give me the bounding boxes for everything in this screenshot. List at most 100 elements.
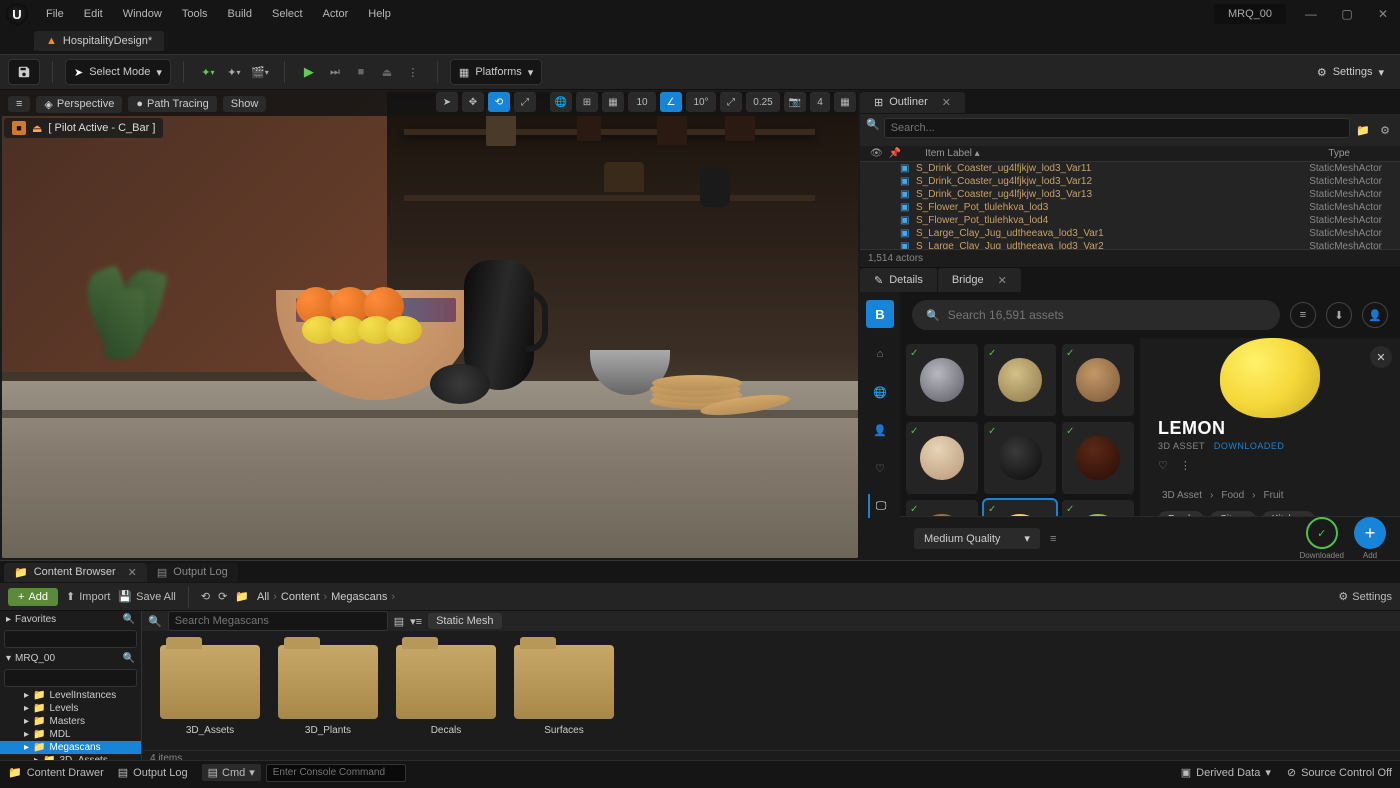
breadcrumb-item[interactable]: Food bbox=[1221, 490, 1244, 501]
cmd-dropdown[interactable]: ▤ Cmd ▾ bbox=[202, 764, 261, 781]
path-segment[interactable]: All bbox=[257, 591, 269, 603]
nav-favorites[interactable]: ♡ bbox=[868, 456, 892, 480]
filter-button[interactable]: ≡ bbox=[1290, 302, 1316, 328]
asset-preview[interactable] bbox=[1140, 338, 1400, 418]
camera-speed[interactable]: 📷 bbox=[784, 92, 806, 112]
downloaded-button[interactable]: ✓ bbox=[1306, 517, 1338, 549]
filter-toggle[interactable]: ▤ bbox=[394, 615, 404, 628]
play-options[interactable]: ⋮ bbox=[401, 60, 425, 84]
content-drawer-button[interactable]: 📁 Content Drawer bbox=[8, 766, 104, 779]
scale-snap-value[interactable]: 0.25 bbox=[746, 92, 780, 112]
scale-tool[interactable]: ⤢ bbox=[514, 92, 536, 112]
close-icon[interactable]: ✕ bbox=[942, 96, 951, 109]
console-input[interactable] bbox=[266, 764, 406, 782]
tree-item[interactable]: ▸📁3D_Assets bbox=[0, 754, 141, 760]
tag[interactable]: Kitchen bbox=[1262, 511, 1315, 516]
maximize-button[interactable]: ▢ bbox=[1336, 7, 1358, 21]
close-button[interactable]: ✕ bbox=[1372, 7, 1394, 21]
asset-thumb[interactable]: ✓ bbox=[1062, 344, 1134, 416]
stop-pilot-button[interactable]: ■ bbox=[12, 121, 26, 135]
more-button[interactable]: ⋮ bbox=[1180, 459, 1191, 472]
history-back[interactable]: ⟲ bbox=[201, 590, 210, 603]
outliner-row[interactable]: ▣S_Drink_Coaster_ug4lfjkjw_lod3_Var13Sta… bbox=[860, 188, 1400, 201]
outliner-row[interactable]: ▣S_Large_Clay_Jug_udtheeava_lod3_Var2Sta… bbox=[860, 240, 1400, 249]
eject-icon[interactable]: ⏏ bbox=[32, 122, 42, 135]
folder-3d_assets[interactable]: 3D_Assets bbox=[160, 645, 260, 736]
tree-item[interactable]: ▸📁MDL bbox=[0, 728, 141, 741]
output-log-button[interactable]: ▤ Output Log bbox=[118, 766, 188, 779]
asset-thumb[interactable]: ✓ bbox=[984, 344, 1056, 416]
path-segment[interactable]: Content bbox=[281, 591, 320, 603]
account-button[interactable]: 👤 bbox=[1362, 302, 1388, 328]
tree-search-input-2[interactable] bbox=[4, 669, 137, 687]
settings-dropdown[interactable]: ⚙ Settings ▾ bbox=[1309, 59, 1392, 85]
menu-help[interactable]: Help bbox=[358, 4, 401, 24]
view-mode-dropdown[interactable]: ● Path Tracing bbox=[128, 96, 216, 112]
add-asset-button[interactable]: +Add bbox=[8, 588, 58, 606]
menu-build[interactable]: Build bbox=[218, 4, 262, 24]
angle-snap[interactable]: ∠ bbox=[660, 92, 682, 112]
favorites-section[interactable]: ▸ Favorites🔍 bbox=[0, 611, 141, 628]
coord-system[interactable]: 🌐 bbox=[550, 92, 572, 112]
tree-item[interactable]: ▸📁Megascans bbox=[0, 741, 141, 754]
type-col[interactable]: Type bbox=[1328, 148, 1350, 159]
cinematics-button[interactable]: 🎬▾ bbox=[248, 60, 272, 84]
tree-search-input[interactable] bbox=[4, 630, 137, 648]
asset-thumb[interactable]: ✓ bbox=[984, 422, 1056, 494]
close-icon[interactable]: ✕ bbox=[998, 274, 1007, 287]
gear-icon[interactable]: ⚙ bbox=[1376, 118, 1394, 142]
asset-thumb[interactable]: ✓ bbox=[984, 500, 1056, 516]
close-detail-button[interactable]: ✕ bbox=[1370, 346, 1392, 368]
select-tool[interactable]: ➤ bbox=[436, 92, 458, 112]
folder-surfaces[interactable]: Surfaces bbox=[514, 645, 614, 736]
download-button[interactable]: ⬇ bbox=[1326, 302, 1352, 328]
project-tab[interactable]: ▲ HospitalityDesign* bbox=[34, 31, 164, 51]
3d-viewport[interactable] bbox=[2, 92, 858, 558]
outliner-tab[interactable]: ⊞ Outliner ✕ bbox=[860, 92, 965, 113]
menu-window[interactable]: Window bbox=[113, 4, 172, 24]
show-dropdown[interactable]: Show bbox=[223, 96, 267, 112]
menu-tools[interactable]: Tools bbox=[172, 4, 218, 24]
stop-button[interactable]: ■ bbox=[349, 60, 373, 84]
close-icon[interactable]: ✕ bbox=[128, 566, 137, 579]
nav-home[interactable]: ⌂ bbox=[868, 342, 892, 366]
skip-button[interactable]: ⏭ bbox=[323, 60, 347, 84]
asset-thumb[interactable]: ✓ bbox=[1062, 500, 1134, 516]
asset-breadcrumb[interactable]: 3D Asset›Food›Fruit bbox=[1158, 490, 1382, 501]
menu-edit[interactable]: Edit bbox=[74, 4, 113, 24]
minimize-button[interactable]: — bbox=[1300, 7, 1322, 21]
quality-dropdown[interactable]: Medium Quality ▾ bbox=[914, 528, 1040, 549]
visibility-col[interactable]: 👁 bbox=[870, 148, 883, 159]
eject-button[interactable]: ⏏ bbox=[375, 60, 399, 84]
folder-decals[interactable]: Decals bbox=[396, 645, 496, 736]
bridge-logo[interactable]: B bbox=[866, 300, 894, 328]
tag[interactable]: Citrus bbox=[1210, 511, 1256, 516]
asset-thumb[interactable]: ✓ bbox=[1062, 422, 1134, 494]
outliner-row[interactable]: ▣S_Flower_Pot_tlulehkva_lod3StaticMeshAc… bbox=[860, 201, 1400, 214]
tree-item[interactable]: ▸📁Masters bbox=[0, 715, 141, 728]
export-settings[interactable]: ≡ bbox=[1050, 533, 1056, 545]
outliner-row[interactable]: ▣S_Flower_Pot_tlulehkva_lod4StaticMeshAc… bbox=[860, 214, 1400, 227]
play-button[interactable]: ▶ bbox=[297, 60, 321, 84]
perspective-dropdown[interactable]: ◈ Perspective bbox=[36, 96, 122, 113]
platforms-dropdown[interactable]: ▦ Platforms ▾ bbox=[450, 59, 542, 85]
path-segment[interactable]: Megascans bbox=[331, 591, 387, 603]
cb-settings-button[interactable]: ⚙ Settings bbox=[1338, 590, 1392, 603]
tag[interactable]: Fresh bbox=[1158, 511, 1204, 516]
scale-snap[interactable]: ⤢ bbox=[720, 92, 742, 112]
save-button[interactable] bbox=[8, 59, 40, 85]
menu-file[interactable]: File bbox=[36, 4, 74, 24]
asset-thumb[interactable]: ✓ bbox=[906, 344, 978, 416]
nav-globe[interactable]: 🌐 bbox=[868, 380, 892, 404]
filter-dropdown[interactable]: ▾≡ bbox=[410, 615, 422, 628]
translate-tool[interactable]: ✥ bbox=[462, 92, 484, 112]
item-label-col[interactable]: Item Label ▴ bbox=[925, 148, 980, 159]
angle-snap-value[interactable]: 10° bbox=[686, 92, 716, 112]
folder-3d_plants[interactable]: 3D_Plants bbox=[278, 645, 378, 736]
folder-icon[interactable]: 📁 bbox=[235, 590, 249, 603]
viewport-menu[interactable]: ≡ bbox=[8, 96, 30, 112]
favorite-button[interactable]: ♡ bbox=[1158, 459, 1168, 472]
menu-actor[interactable]: Actor bbox=[313, 4, 359, 24]
tree-item[interactable]: ▸📁LevelInstances bbox=[0, 689, 141, 702]
asset-search-input[interactable] bbox=[168, 611, 388, 631]
